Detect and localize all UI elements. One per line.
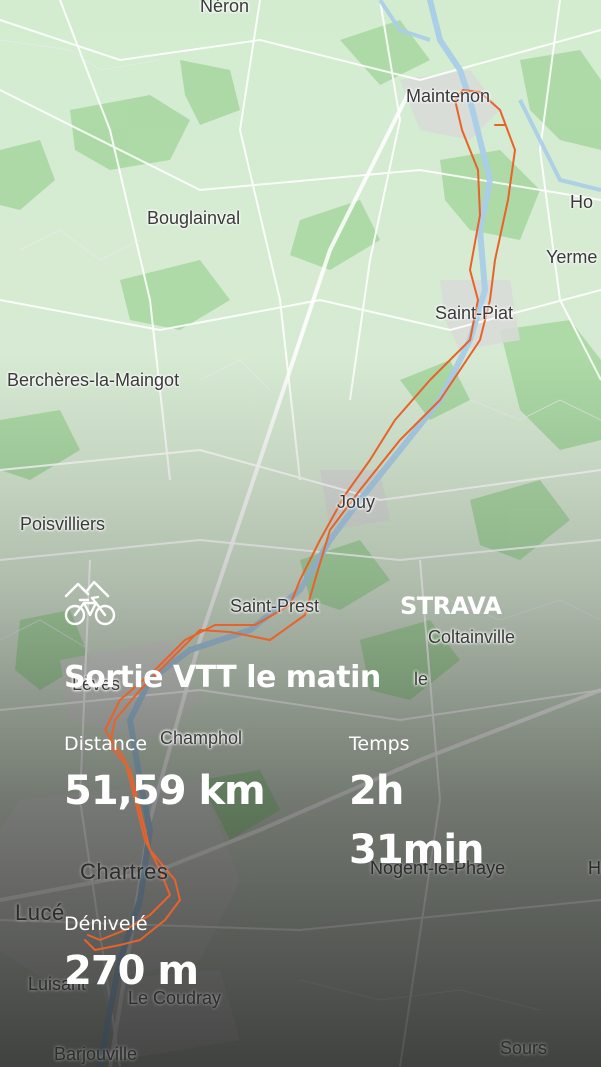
place-label-maintenon: Maintenon	[406, 86, 491, 106]
place-label-champhol: Champhol	[160, 728, 243, 748]
place-label-chartres: Chartres	[80, 859, 169, 884]
time-value-minutes: 31min	[349, 827, 485, 873]
place-label-saint-prest: Saint-Prest	[230, 596, 320, 616]
time-label: Temps	[349, 733, 410, 755]
place-label-bercheres: Berchères-la-Maingot	[7, 370, 180, 390]
strava-wordmark: STRAVA	[400, 592, 503, 620]
time-value-hours: 2h	[349, 768, 404, 814]
place-label-saint-piat: Saint-Piat	[435, 303, 514, 323]
place-label-sours: Sours	[500, 1038, 548, 1058]
distance-label: Distance	[64, 733, 148, 755]
place-label-h: H	[588, 858, 601, 878]
place-label-ho: Ho	[570, 192, 594, 212]
place-label-luce: Lucé	[15, 900, 65, 925]
place-label-yerme: Yerme	[546, 247, 598, 267]
activity-title: Sortie VTT le matin	[64, 660, 381, 695]
mountain-bike-icon	[64, 580, 116, 626]
place-label-le: le	[414, 669, 429, 689]
elevation-value: 270 m	[64, 948, 199, 994]
place-label-bouglainval: Bouglainval	[147, 208, 241, 228]
place-label-jouy: Jouy	[337, 492, 376, 512]
place-label-coltainville: Coltainville	[428, 627, 516, 647]
place-label-barjouville: Barjouville	[54, 1044, 138, 1064]
place-label-neron: Néron	[200, 0, 250, 16]
distance-value: 51,59 km	[64, 768, 266, 814]
strava-logo: STRAVA	[400, 590, 526, 620]
place-label-poisvilliers: Poisvilliers	[20, 514, 106, 534]
elevation-label: Dénivelé	[64, 913, 148, 935]
